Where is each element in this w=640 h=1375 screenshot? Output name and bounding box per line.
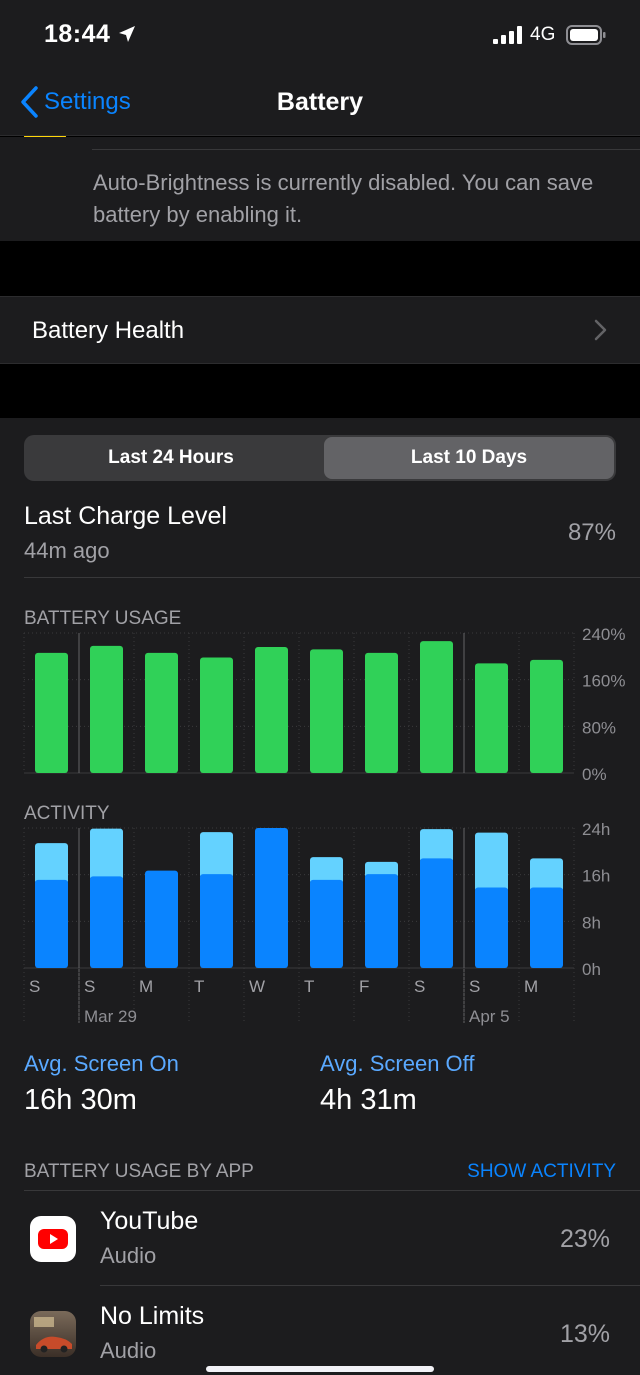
usage-bar bbox=[365, 652, 398, 773]
segment-last-24-hours[interactable]: Last 24 Hours bbox=[26, 437, 316, 479]
screen-on-bar bbox=[90, 876, 123, 968]
auto-brightness-text: Auto-Brightness is currently disabled. Y… bbox=[93, 170, 594, 227]
separator bbox=[24, 577, 640, 578]
app-subtitle: Audio bbox=[100, 1243, 157, 1268]
home-indicator bbox=[206, 1366, 434, 1372]
last-charge-title: Last Charge Level bbox=[24, 502, 227, 530]
battery-usage-by-app-label: BATTERY USAGE BY APP bbox=[24, 1161, 254, 1182]
screen-off-bar bbox=[530, 858, 563, 892]
separator bbox=[92, 149, 640, 150]
screen-off-bar bbox=[420, 829, 453, 863]
avg-screen-off-value: 4h 31m bbox=[320, 1084, 417, 1116]
usage-bar bbox=[145, 652, 178, 773]
activity-label: ACTIVITY bbox=[24, 803, 110, 824]
battery-health-row[interactable]: Battery Health bbox=[0, 296, 640, 364]
need-for-speed-icon bbox=[30, 1311, 76, 1357]
screen-on-bar bbox=[35, 879, 68, 968]
screen-on-bar bbox=[200, 874, 233, 968]
screen-off-bar bbox=[475, 832, 508, 892]
y-tick-label: 0h bbox=[582, 960, 601, 979]
page-title: Battery bbox=[276, 88, 364, 116]
app-percentage: 23% bbox=[559, 1225, 610, 1253]
y-tick-label: 0% bbox=[582, 765, 607, 784]
x-tick-label: S bbox=[469, 977, 480, 996]
date-label: Mar 29 bbox=[84, 1007, 137, 1026]
activity-chart: 24h16h8h0hS S M T W T F S S MMar 29 Apr 5 bbox=[23, 820, 610, 1026]
screen-on-bar bbox=[145, 870, 178, 968]
app-name: No Limits bbox=[100, 1302, 205, 1330]
app-subtitle: Audio bbox=[100, 1338, 157, 1363]
x-tick-label: W bbox=[249, 977, 265, 996]
screen-off-bar bbox=[35, 843, 68, 884]
y-tick-label: 240% bbox=[582, 625, 625, 644]
x-tick-label: S bbox=[414, 977, 425, 996]
y-tick-label: 80% bbox=[582, 718, 616, 737]
show-activity-button[interactable]: SHOW ACTIVITY bbox=[467, 1161, 616, 1183]
y-tick-label: 160% bbox=[582, 672, 625, 691]
x-tick-label: T bbox=[304, 977, 314, 996]
location-arrow-icon bbox=[119, 26, 135, 42]
screen-on-bar bbox=[475, 887, 508, 968]
cellular-signal-icon bbox=[493, 26, 522, 44]
screen-on-bar bbox=[310, 879, 343, 968]
segment-last-10-days[interactable]: Last 10 Days bbox=[324, 437, 614, 479]
app-row-no-limits[interactable]: No Limits Audio 13% bbox=[0, 1286, 640, 1375]
date-label: Apr 5 bbox=[469, 1007, 510, 1026]
battery-usage-chart: 240% 160% 80% 0% bbox=[23, 625, 625, 784]
navigation-bar: Settings Battery bbox=[0, 70, 640, 136]
x-tick-label: S bbox=[29, 977, 40, 996]
screen-on-bar bbox=[530, 887, 563, 968]
x-tick-label: M bbox=[139, 977, 153, 996]
usage-bar bbox=[310, 649, 343, 773]
status-time: 18:44 bbox=[44, 20, 111, 48]
app-row-youtube[interactable]: YouTube Audio 23% bbox=[0, 1191, 640, 1285]
screen-off-bar bbox=[90, 828, 123, 881]
battery-usage-label: BATTERY USAGE bbox=[24, 608, 182, 629]
avg-screen-on-label: Avg. Screen On bbox=[24, 1051, 179, 1076]
status-bar: 18:44 4G bbox=[0, 0, 640, 70]
usage-bar bbox=[255, 647, 288, 773]
chevron-right-icon bbox=[594, 319, 607, 341]
y-tick-label: 16h bbox=[582, 867, 610, 886]
usage-bar bbox=[90, 645, 123, 773]
x-tick-label: F bbox=[359, 977, 369, 996]
battery-icon bbox=[566, 25, 606, 45]
app-percentage: 13% bbox=[559, 1320, 610, 1348]
battery-usage-section: Last 24 Hours Last 10 Days Last Charge L… bbox=[0, 418, 640, 1375]
avg-screen-on-value: 16h 30m bbox=[24, 1084, 137, 1116]
battery-health-label: Battery Health bbox=[32, 317, 185, 344]
usage-bar bbox=[530, 659, 563, 773]
youtube-icon bbox=[30, 1216, 76, 1262]
screen-on-bar bbox=[255, 828, 288, 968]
avg-screen-off-label: Avg. Screen Off bbox=[320, 1051, 475, 1076]
screen-off-bar bbox=[200, 832, 233, 879]
y-tick-label: 24h bbox=[582, 820, 610, 839]
x-tick-label: T bbox=[194, 977, 204, 996]
x-tick-label: S bbox=[84, 977, 95, 996]
app-name: YouTube bbox=[100, 1207, 199, 1235]
y-tick-label: 8h bbox=[582, 913, 601, 932]
usage-bar bbox=[35, 652, 68, 773]
screen-on-bar bbox=[420, 858, 453, 968]
usage-bar bbox=[200, 657, 233, 773]
last-charge-value: 87% bbox=[567, 519, 616, 546]
last-charge-ago: 44m ago bbox=[24, 538, 110, 563]
screen-on-bar bbox=[365, 874, 398, 968]
usage-bar bbox=[420, 641, 453, 773]
x-tick-label: M bbox=[524, 977, 538, 996]
screen-off-bar bbox=[310, 857, 343, 884]
auto-brightness-cell: Auto-Brightness is currently disabled. Y… bbox=[0, 137, 640, 241]
network-type: 4G bbox=[530, 24, 556, 45]
usage-bar bbox=[475, 663, 508, 773]
time-range-segmented-control: Last 24 Hours Last 10 Days bbox=[24, 435, 616, 481]
